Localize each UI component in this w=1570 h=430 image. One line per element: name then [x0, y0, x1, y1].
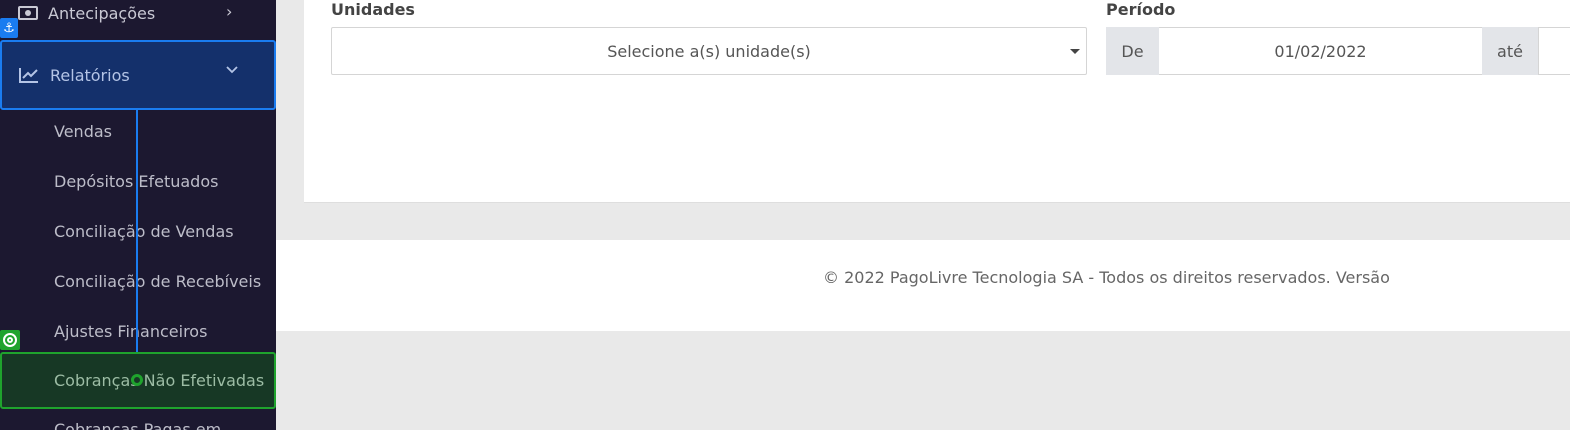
connector-line: [136, 110, 138, 352]
footer: © 2022 PagoLivre Tecnologia SA - Todos o…: [276, 240, 1570, 331]
ate-addon: até: [1482, 27, 1538, 75]
date-from-input[interactable]: 01/02/2022: [1159, 27, 1482, 75]
sidebar-item-label: Relatórios: [50, 65, 130, 85]
submenu-item-vendas[interactable]: Vendas: [0, 106, 276, 156]
chart-line-icon: [19, 68, 38, 83]
submenu-item-depositos-efetuados[interactable]: Depósitos Efetuados: [0, 156, 276, 206]
submenu-label: Cobranças Não Efetivadas: [54, 371, 265, 390]
footer-text: © 2022 PagoLivre Tecnologia SA - Todos o…: [823, 268, 1390, 287]
submenu-label: Vendas: [54, 121, 112, 141]
submenu-label: Ajustes Financeiros: [54, 321, 208, 341]
de-addon: De: [1106, 27, 1159, 75]
date-to-input[interactable]: [1538, 27, 1570, 75]
caret-down-icon: [1070, 49, 1080, 54]
filter-panel: Unidades Selecione a(s) unidade(s) Perío…: [304, 0, 1570, 203]
submenu-item-conciliacao-vendas[interactable]: Conciliação de Vendas: [0, 206, 276, 256]
sidebar: Antecipações › Relatórios Vendas Depósit…: [0, 0, 276, 430]
unidades-label: Unidades: [331, 0, 415, 19]
submenu-item-cobrancas-pagas[interactable]: Cobranças Pagas em: [0, 410, 276, 430]
submenu-label: Cobranças Pagas em: [54, 420, 222, 430]
money-bill-icon: [18, 6, 38, 20]
sidebar-item-label: Antecipações: [48, 3, 156, 23]
submenu-item-conciliacao-recebiveis[interactable]: Conciliação de Recebíveis: [0, 256, 276, 306]
connector-target-dot: [131, 374, 143, 386]
periodo-label: Período: [1106, 0, 1176, 19]
sidebar-item-relatorios[interactable]: Relatórios: [0, 40, 276, 110]
chevron-down-icon: [226, 62, 238, 78]
unidades-select[interactable]: Selecione a(s) unidade(s): [331, 27, 1087, 75]
anchor-icon: ⚓: [0, 18, 18, 38]
unidades-select-value: Selecione a(s) unidade(s): [607, 41, 811, 61]
sidebar-item-antecipacoes[interactable]: Antecipações ›: [0, 0, 276, 26]
submenu-label: Conciliação de Recebíveis: [54, 271, 262, 291]
target-icon: [0, 330, 20, 350]
submenu-label: Conciliação de Vendas: [54, 221, 234, 241]
submenu-item-ajustes-financeiros[interactable]: Ajustes Financeiros: [0, 306, 276, 356]
chevron-right-icon: ›: [226, 2, 233, 21]
